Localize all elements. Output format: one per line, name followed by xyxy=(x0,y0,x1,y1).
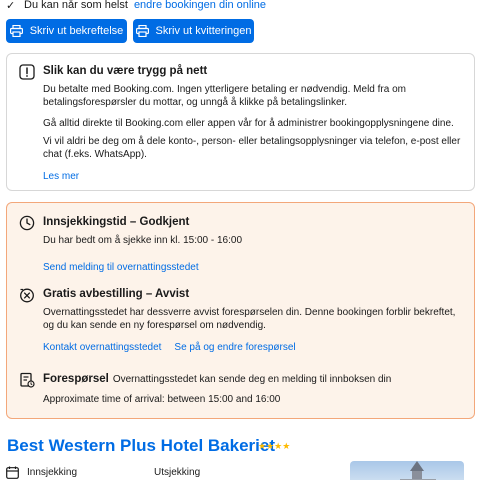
print-buttons: Skriv ut bekreftelse Skriv ut kvittering… xyxy=(6,19,254,43)
request-icon xyxy=(20,372,35,388)
clock-icon xyxy=(19,215,35,231)
cancellation-body: Overnattingsstedet har dessverre avvist … xyxy=(43,307,456,331)
request-title: Forespørsel xyxy=(43,373,109,385)
message-property-link[interactable]: Send melding til overnattingsstedet xyxy=(43,262,199,273)
hotel-name-link[interactable]: Best Western Plus Hotel Bakeriet xyxy=(7,436,275,456)
print-confirmation-label: Skriv ut bekreftelse xyxy=(29,25,124,37)
checkin-time-title: Innsjekkingstid – Godkjent xyxy=(43,216,190,228)
safety-paragraph-3: Vi vil aldri be deg om å dele konto-, pe… xyxy=(43,136,461,160)
star-icon: ★ xyxy=(258,441,267,451)
checkmark-icon: ✓ xyxy=(6,0,16,12)
star-icon: ★ xyxy=(282,441,291,451)
manage-booking-line: ✓ Du kan når som helst endre bookingen d… xyxy=(6,0,266,13)
safety-title: Slik kan du være trygg på nett xyxy=(43,65,208,77)
checkin-time-body: Du har bedt om å sjekke inn kl. 15:00 - … xyxy=(43,235,243,246)
calendar-cancel-icon xyxy=(20,288,34,303)
hotel-star-rating: ★ ★ ★ ★ xyxy=(258,441,290,451)
read-more-link[interactable]: Les mer xyxy=(43,171,79,182)
online-safety-card: Slik kan du være trygg på nett Du betalt… xyxy=(6,53,475,191)
calendar-icon xyxy=(6,466,19,479)
arrival-time-text: Approximate time of arrival: between 15:… xyxy=(43,394,281,405)
printer-icon xyxy=(9,25,23,37)
manage-booking-link[interactable]: endre bookingen din online xyxy=(134,0,266,11)
hotel-photo[interactable] xyxy=(350,461,464,480)
safety-paragraph-1: Du betalte med Booking.com. Ingen ytterl… xyxy=(43,84,406,108)
cancellation-title: Gratis avbestilling – Avvist xyxy=(43,288,190,300)
print-confirmation-button[interactable]: Skriv ut bekreftelse xyxy=(6,19,127,43)
request-inline-text: Overnattingsstedet kan sende deg en meld… xyxy=(112,374,392,385)
print-receipt-label: Skriv ut kvitteringen xyxy=(155,25,252,37)
safety-paragraph-2: Gå alltid direkte til Booking.com eller … xyxy=(43,118,454,129)
checkout-label: Utsjekking xyxy=(154,466,201,478)
print-receipt-button[interactable]: Skriv ut kvitteringen xyxy=(133,19,254,43)
warning-icon xyxy=(19,64,35,80)
star-icon: ★ xyxy=(274,441,283,451)
printer-icon xyxy=(135,25,149,37)
checkin-checkout-row: Innsjekking Utsjekking xyxy=(6,464,346,480)
building-icon xyxy=(400,461,436,480)
manage-booking-prefix: Du kan når som helst xyxy=(24,0,128,11)
star-icon: ★ xyxy=(266,441,275,451)
contact-property-link[interactable]: Kontakt overnattingsstedet xyxy=(43,342,161,353)
view-request-link[interactable]: Se på og endre forespørsel xyxy=(174,342,295,353)
checkin-label: Innsjekking xyxy=(27,466,78,478)
booking-status-card: Innsjekkingstid – Godkjent Du har bedt o… xyxy=(6,202,475,419)
